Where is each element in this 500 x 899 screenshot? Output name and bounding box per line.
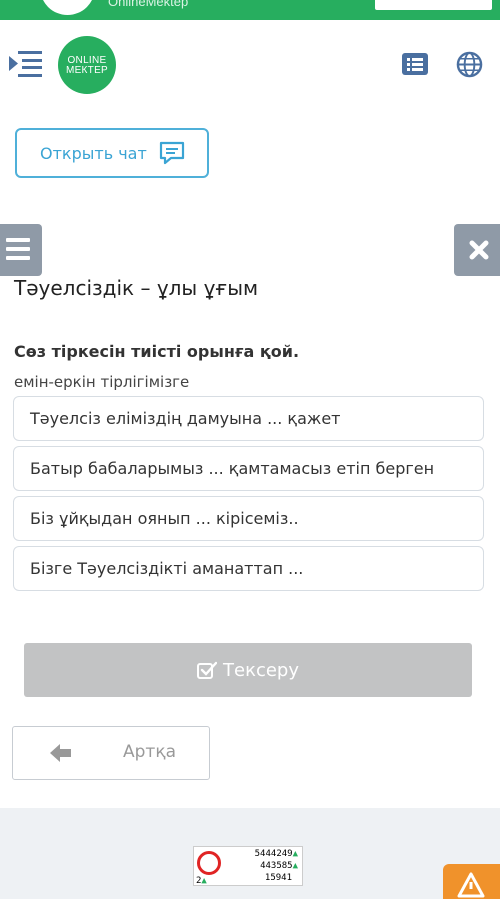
arrow-left-icon [50,744,71,762]
lesson-title: Тәуелсіздік – ұлы ұғым [14,276,259,300]
close-icon [469,240,489,260]
back-button[interactable]: Артқа [12,726,210,780]
top-brand-name: OnlineMektep [108,0,189,9]
online-mektep-logo[interactable]: ONLINE МЕКТЕР [58,36,116,94]
counter-monthly: 443585▲ [260,861,298,871]
header: ONLINE МЕКТЕР [0,20,500,110]
counter-ring-icon [197,851,221,875]
menu-icon[interactable] [8,50,42,78]
counter-daily: 15941 [264,873,292,883]
side-close-button[interactable] [454,224,500,276]
check-button[interactable]: Тексеру [24,643,472,697]
hamburger-icon [6,238,30,260]
open-chat-label: Открыть чат [40,143,147,163]
lesson-content: Открыть чат Тәуелсіздік – ұлы ұғым Сөз т… [0,110,500,808]
report-problem-button[interactable] [443,864,500,899]
back-label: Артқа [123,742,177,762]
top-logo [40,0,95,15]
answer-option-2[interactable]: Батыр бабаларымыз ... қамтамасыз етіп бе… [13,446,484,491]
counter-small-number: 2▲ [196,876,207,886]
answer-option-1[interactable]: Тәуелсіз еліміздің дамуына ... қажет [13,396,484,441]
top-search-box[interactable] [375,0,492,10]
answer-option-3[interactable]: Біз ұйқыдан оянып ... кірісеміз.. [13,496,484,541]
counter-total: 5444249▲ [254,849,298,859]
open-chat-button[interactable]: Открыть чат [15,128,209,178]
side-menu-toggle[interactable] [0,224,42,276]
answer-option-4[interactable]: Бізге Тәуелсіздікті аманаттап ... [13,546,484,591]
chat-icon [159,141,184,165]
draggable-phrase[interactable]: емін-еркін тірлігімізге [14,373,189,391]
warning-icon [457,872,485,898]
visit-counter[interactable]: 2▲ 5444249▲ 443585▲ 15941 [193,846,303,886]
check-square-icon [197,661,217,679]
logo-line-2: МЕКТЕР [65,65,109,76]
check-label: Тексеру [223,659,299,681]
list-icon[interactable] [402,53,428,75]
task-title: Сөз тіркесін тиісті орынға қой. [14,342,300,361]
top-brand-bar: OnlineMektep [0,0,500,20]
globe-icon[interactable] [456,51,483,78]
